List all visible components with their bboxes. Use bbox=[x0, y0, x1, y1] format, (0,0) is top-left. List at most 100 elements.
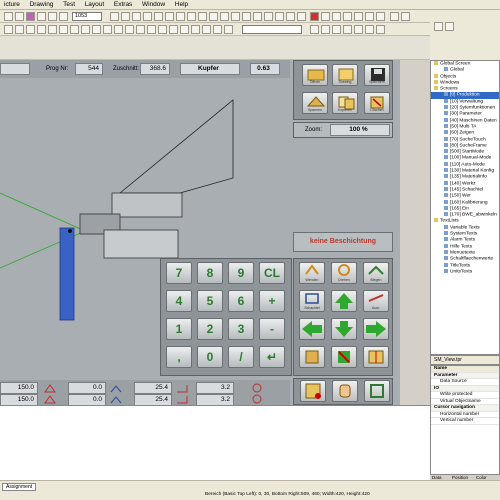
key-8[interactable]: 8 bbox=[197, 262, 223, 284]
pointer-icon[interactable] bbox=[132, 12, 141, 21]
value-a-row1[interactable]: 150.0 bbox=[0, 382, 38, 394]
value-c-row1[interactable]: 25.4 bbox=[134, 382, 172, 394]
arrow-down-button[interactable] bbox=[331, 318, 357, 340]
panel-pin-icon[interactable] bbox=[434, 22, 443, 31]
clock-icon[interactable] bbox=[297, 12, 306, 21]
value-d-row1[interactable]: 3.2 bbox=[196, 382, 234, 394]
key-slash[interactable]: / bbox=[228, 346, 254, 368]
layer-icon[interactable] bbox=[158, 25, 167, 34]
redo-icon[interactable] bbox=[121, 12, 130, 21]
biegen-button[interactable]: Biegen bbox=[363, 262, 389, 284]
save-button[interactable]: Speichern bbox=[364, 64, 390, 86]
muster-button[interactable] bbox=[363, 346, 389, 368]
program-button[interactable] bbox=[300, 380, 326, 402]
key-3[interactable]: 3 bbox=[228, 318, 254, 340]
visible-icon[interactable] bbox=[180, 25, 189, 34]
arrow-up-button[interactable] bbox=[331, 290, 357, 312]
arrow-left-button[interactable] bbox=[299, 318, 325, 340]
spannen-button[interactable]: Spannen bbox=[302, 92, 328, 114]
property-row[interactable]: Vertical number bbox=[431, 418, 499, 425]
tree-item[interactable]: UnitsTexts bbox=[431, 268, 499, 275]
info-icon[interactable] bbox=[401, 12, 410, 21]
rect-icon[interactable] bbox=[154, 12, 163, 21]
ausr-button[interactable]: Ausr. bbox=[363, 290, 389, 312]
arrow-right-button[interactable] bbox=[363, 318, 389, 340]
front-icon[interactable] bbox=[365, 12, 374, 21]
connection-icon[interactable] bbox=[354, 25, 363, 34]
paste-icon[interactable] bbox=[48, 12, 57, 21]
open-button[interactable]: Öffnen bbox=[302, 64, 328, 86]
group-icon[interactable] bbox=[343, 12, 352, 21]
copy-icon[interactable] bbox=[37, 12, 46, 21]
lock-icon[interactable] bbox=[169, 25, 178, 34]
grid-icon[interactable] bbox=[321, 12, 330, 21]
menu-help[interactable]: Help bbox=[171, 0, 192, 10]
new-icon[interactable] bbox=[4, 12, 13, 21]
polygon-icon[interactable] bbox=[176, 12, 185, 21]
color-icon[interactable] bbox=[26, 12, 35, 21]
help-icon[interactable] bbox=[390, 12, 399, 21]
line-icon[interactable] bbox=[143, 12, 152, 21]
zoom-select[interactable]: 1053 bbox=[72, 12, 102, 21]
key-1[interactable]: 1 bbox=[166, 318, 192, 340]
open-icon[interactable] bbox=[15, 12, 24, 21]
bar-icon[interactable] bbox=[231, 12, 240, 21]
thickness-field[interactable]: 0.63 bbox=[250, 63, 280, 75]
events-icon[interactable] bbox=[321, 25, 330, 34]
key-clear[interactable]: CL bbox=[259, 262, 285, 284]
ruler-icon[interactable] bbox=[224, 25, 233, 34]
zoom-field[interactable]: 100 % bbox=[330, 124, 390, 136]
frame-button[interactable] bbox=[364, 380, 390, 402]
properties-icon[interactable] bbox=[310, 25, 319, 34]
align-icon[interactable] bbox=[332, 12, 341, 21]
compile-icon[interactable] bbox=[365, 25, 374, 34]
field-icon[interactable] bbox=[220, 12, 229, 21]
menu-test[interactable]: Test bbox=[59, 0, 79, 10]
fit-icon[interactable] bbox=[213, 25, 222, 34]
ellipse-icon[interactable] bbox=[165, 12, 174, 21]
menu-layout[interactable]: Layout bbox=[81, 0, 109, 10]
ungroup-icon[interactable] bbox=[354, 12, 363, 21]
key-plus[interactable]: + bbox=[259, 290, 285, 312]
object-select[interactable] bbox=[242, 25, 302, 34]
menu-icture[interactable]: icture bbox=[0, 0, 24, 10]
value-b-row1[interactable]: 0.0 bbox=[68, 382, 106, 394]
bold-icon[interactable] bbox=[4, 25, 13, 34]
menu-drawing[interactable]: Drawing bbox=[26, 0, 58, 10]
symbol-icon[interactable] bbox=[286, 12, 295, 21]
key-7[interactable]: 7 bbox=[166, 262, 192, 284]
key-minus[interactable]: - bbox=[259, 318, 285, 340]
script-icon[interactable] bbox=[332, 25, 341, 34]
zoom-in-icon[interactable] bbox=[191, 25, 200, 34]
align-center-icon[interactable] bbox=[48, 25, 57, 34]
run-icon[interactable] bbox=[376, 25, 385, 34]
back-icon[interactable] bbox=[376, 12, 385, 21]
border-icon[interactable] bbox=[147, 25, 156, 34]
werkzeug-button[interactable] bbox=[299, 346, 325, 368]
key-5[interactable]: 5 bbox=[197, 290, 223, 312]
cut-icon[interactable] bbox=[59, 12, 68, 21]
key-0[interactable]: 0 bbox=[197, 346, 223, 368]
menu-extras[interactable]: Extras bbox=[110, 0, 136, 10]
align-right-icon[interactable] bbox=[59, 25, 68, 34]
zuschnitt-field[interactable]: 368.6 bbox=[140, 63, 170, 75]
line-style-icon[interactable] bbox=[114, 25, 123, 34]
trend-icon[interactable] bbox=[242, 12, 251, 21]
wenden-button[interactable]: Wenden bbox=[299, 262, 325, 284]
loeschen-button[interactable]: Löschen bbox=[364, 92, 390, 114]
material-field[interactable]: Kupfer bbox=[180, 63, 240, 75]
stop-icon[interactable] bbox=[310, 12, 319, 21]
underline-icon[interactable] bbox=[26, 25, 35, 34]
list-icon[interactable] bbox=[275, 12, 284, 21]
line-width-icon[interactable] bbox=[103, 25, 112, 34]
tag-icon[interactable] bbox=[343, 25, 352, 34]
zoom-out-icon[interactable] bbox=[202, 25, 211, 34]
drehen-button[interactable]: Drehen bbox=[331, 262, 357, 284]
abbruch-button[interactable] bbox=[331, 346, 357, 368]
shadow-icon[interactable] bbox=[136, 25, 145, 34]
hand-button[interactable] bbox=[332, 380, 358, 402]
line-color-icon[interactable] bbox=[92, 25, 101, 34]
menu-window[interactable]: Window bbox=[138, 0, 169, 10]
schachtel-button[interactable]: Schachtel bbox=[299, 290, 325, 312]
drawing-button[interactable]: Drawing bbox=[332, 64, 358, 86]
